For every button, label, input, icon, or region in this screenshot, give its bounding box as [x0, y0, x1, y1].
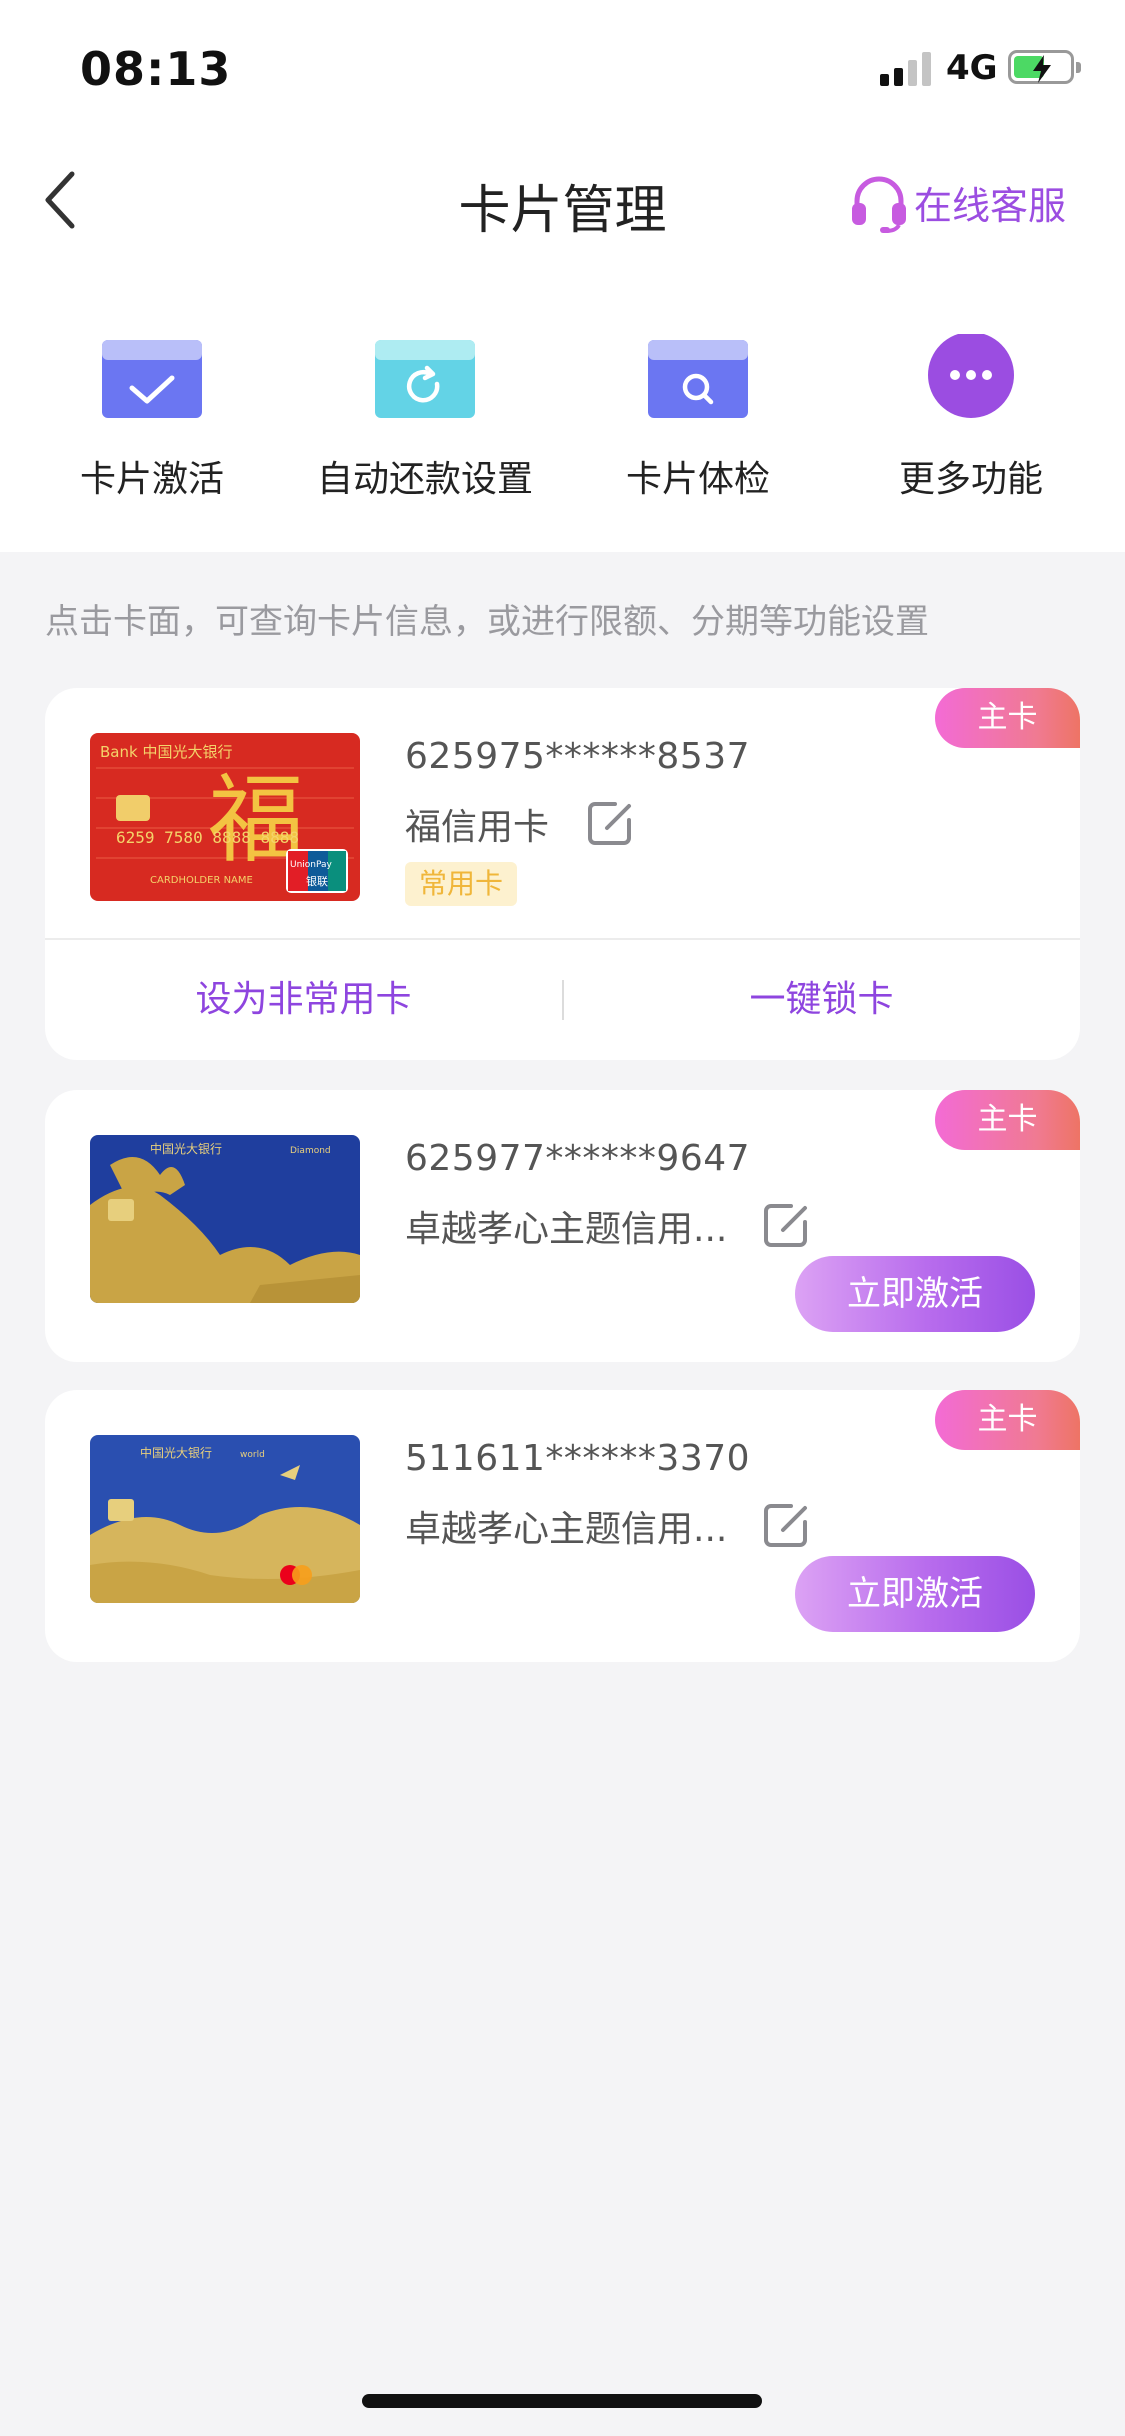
svg-text:Diamond: Diamond [290, 1146, 331, 1156]
card-activation-action[interactable]: 卡片激活 [22, 334, 282, 534]
card-number: 625977******9647 [405, 1138, 751, 1179]
card-number: 511611******3370 [405, 1438, 751, 1479]
filial-piety-card-image: 中国光大银行 Diamond [90, 1135, 360, 1303]
card-face-image[interactable]: 中国光大银行 Diamond [90, 1135, 360, 1303]
activate-now-button[interactable]: 立即激活 [795, 1256, 1035, 1332]
status-time: 08:13 [80, 42, 232, 96]
card-name: 卓越孝心主题信用... [405, 1509, 728, 1550]
main-card-badge: 主卡 [935, 1390, 1080, 1450]
nav-bar: 卡片管理 在线客服 [0, 130, 1125, 270]
qa-label: 卡片体检 [625, 459, 770, 500]
card-item[interactable]: 主卡 Bank 中国光大银行 福 6259 7580 8888 8888 CAR… [45, 688, 1080, 1060]
network-type: 4G [946, 48, 998, 88]
set-uncommon-card-button[interactable]: 设为非常用卡 [45, 940, 562, 1060]
auto-repay-action[interactable]: 自动还款设置 [295, 334, 555, 534]
card-number: 625975******8537 [405, 736, 751, 777]
card-item[interactable]: 主卡 中国光大银行 Diamond 625977******9647 卓越孝心主… [45, 1090, 1080, 1362]
main-card-badge: 主卡 [935, 1090, 1080, 1150]
card-check-icon [102, 340, 202, 418]
status-bar: 08:13 4G [0, 0, 1125, 130]
activate-now-button[interactable]: 立即激活 [795, 1556, 1035, 1632]
svg-text:CARDHOLDER NAME: CARDHOLDER NAME [150, 875, 253, 886]
card-refresh-icon [375, 340, 475, 418]
svg-text:Bank 中国光大银行: Bank 中国光大银行 [100, 743, 232, 761]
card-name: 卓越孝心主题信用... [405, 1209, 728, 1250]
card-face-image[interactable]: 中国光大银行 world [90, 1435, 360, 1603]
svg-text:中国光大银行: 中国光大银行 [150, 1141, 222, 1156]
card-item[interactable]: 主卡 中国光大银行 world 511611******3370 卓越孝心主题信… [45, 1390, 1080, 1662]
qa-label: 卡片激活 [79, 459, 224, 500]
svg-text:银联: 银联 [306, 874, 328, 888]
charging-bolt-icon [1033, 55, 1051, 83]
main-card-badge: 主卡 [935, 688, 1080, 748]
edit-icon[interactable] [761, 1500, 811, 1550]
fu-card-image: Bank 中国光大银行 福 6259 7580 8888 8888 CARDHO… [90, 733, 360, 901]
card-checkup-action[interactable]: 卡片体检 [568, 334, 828, 534]
filial-piety-card-image: 中国光大银行 world [90, 1435, 360, 1603]
back-button[interactable] [34, 162, 94, 238]
more-functions-action[interactable]: 更多功能 [841, 334, 1101, 534]
qa-label: 更多功能 [898, 459, 1043, 500]
svg-text:UnionPay: UnionPay [290, 860, 333, 870]
qa-label: 自动还款设置 [316, 459, 533, 500]
online-service-button[interactable]: 在线客服 [848, 166, 1066, 238]
card-face-image[interactable]: Bank 中国光大银行 福 6259 7580 8888 8888 CARDHO… [90, 733, 360, 901]
signal-icon [880, 52, 932, 86]
headset-icon [852, 176, 906, 233]
common-card-tag: 常用卡 [405, 862, 518, 906]
svg-text:world: world [240, 1450, 265, 1460]
more-dots-icon [928, 334, 1014, 418]
quick-actions: 卡片激活 自动还款设置 卡片体检 更多功能 [0, 270, 1125, 552]
lock-card-button[interactable]: 一键锁卡 [563, 940, 1080, 1060]
svg-text:中国光大银行: 中国光大银行 [140, 1445, 212, 1460]
card-name: 福信用卡 [405, 807, 550, 848]
chevron-left-icon [45, 171, 75, 229]
svg-text:6259 7580 8888 8888: 6259 7580 8888 8888 [116, 828, 299, 847]
battery-icon [1008, 50, 1081, 84]
edit-icon[interactable] [761, 1200, 811, 1250]
home-indicator[interactable] [362, 2394, 762, 2408]
hint-text: 点击卡面，可查询卡片信息，或进行限额、分期等功能设置 [45, 602, 929, 642]
online-service-label: 在线客服 [914, 183, 1067, 228]
edit-icon[interactable] [585, 798, 635, 848]
card-search-icon [648, 340, 748, 418]
